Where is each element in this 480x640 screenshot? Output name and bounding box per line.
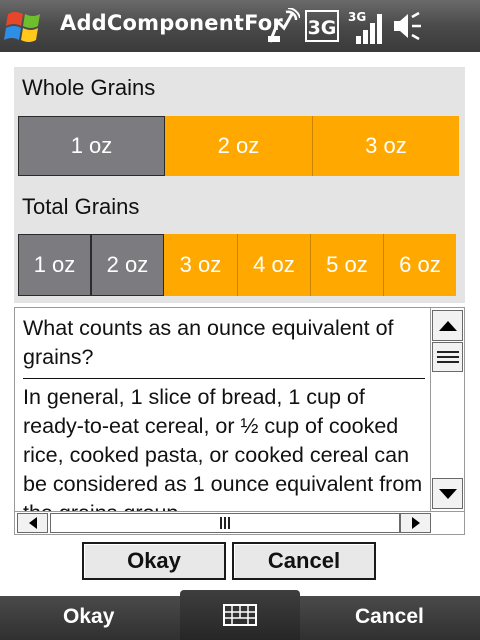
whole_grains-option[interactable]: 2 oz [164,116,312,176]
speaker-icon[interactable] [392,11,422,41]
whole-grains-label: Whole Grains [22,75,156,100]
windows-flag-icon[interactable] [4,6,48,46]
network-type-label: 3G [308,17,337,39]
app-title: AddComponentFor [60,11,283,35]
horizontal-scrollbar[interactable] [15,511,464,534]
okay-button[interactable]: Okay [82,542,226,580]
grains-selector-panel: Whole Grains 1 oz 2 oz 3 oz Total Grains 1… [14,67,465,303]
whole-grains-selector: 1 oz 2 oz 3 oz [18,116,459,176]
3g-signal-strength-icon[interactable]: 3G [348,8,384,46]
keyboard-icon [223,604,257,626]
whole_grains-option[interactable]: 1 oz [18,116,165,176]
arrow-up-icon [438,320,457,331]
content-frame: Whole Grains 1 oz 2 oz 3 oz Total Grains 1… [0,52,480,596]
scroll-up-button[interactable] [432,310,463,341]
horizontal-scroll-thumb[interactable] [50,513,400,533]
scroll-left-button[interactable] [17,513,48,533]
signal-antenna-icon[interactable] [266,8,300,44]
right-softkey-cancel[interactable]: Cancel [355,605,424,629]
soft-key-bar: Okay Cancel [0,590,480,640]
total-grains-label: Total Grains [22,194,140,219]
scroll-right-button[interactable] [400,513,431,533]
total_grains-option[interactable]: 4 oz [236,234,310,296]
info-question: What counts as an ounce equivalent of gr… [23,314,425,379]
total_grains-option[interactable]: 3 oz [163,234,237,296]
total_grains-option[interactable]: 6 oz [382,234,456,296]
total-grains-selector: 1 oz 2 oz 3 oz 4 oz 5 oz 6 oz [18,234,456,296]
arrow-left-icon [28,517,37,529]
total_grains-option[interactable]: 1 oz [18,234,91,296]
info-answer: In general, 1 slice of bread, 1 cup of r… [23,385,423,525]
grip-lines-icon [436,351,459,363]
arrow-right-icon [411,517,420,529]
input-panel-toggle[interactable] [180,590,300,640]
info-text-box[interactable]: What counts as an ounce equivalent of gr… [14,307,465,535]
vertical-scrollbar[interactable] [430,308,464,512]
whole_grains-option[interactable]: 3 oz [311,116,459,176]
3g-network-icon[interactable]: 3G [305,10,339,42]
cancel-button[interactable]: Cancel [232,542,376,580]
title-bar: AddComponentFor 3G 3G [0,0,480,53]
left-softkey-okay[interactable]: Okay [63,605,114,629]
scroll-down-button[interactable] [432,478,463,509]
grip-vertical-lines-icon [220,517,230,529]
total_grains-option[interactable]: 2 oz [90,234,164,296]
vertical-scroll-thumb[interactable] [432,342,463,372]
info-text-content: What counts as an ounce equivalent of gr… [23,314,425,528]
signal-type-label: 3G [348,10,366,24]
total_grains-option[interactable]: 5 oz [309,234,383,296]
arrow-down-icon [438,488,457,499]
